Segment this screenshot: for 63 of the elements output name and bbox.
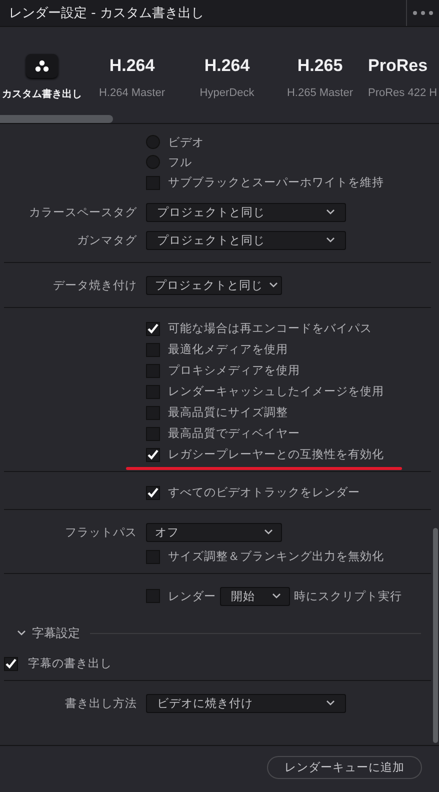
- window-title: レンダー設定 - カスタム書き出し: [8, 5, 205, 22]
- codec-name: H.265: [297, 56, 343, 76]
- option-label: サブブラックとスーパーホワイトを維持: [168, 175, 384, 190]
- dropdown[interactable]: プロジェクトと同じ: [146, 276, 282, 294]
- chevron-down-icon: [17, 630, 26, 636]
- option-label: 最適化メディアを使用: [168, 342, 288, 357]
- chevron-down-icon: [264, 529, 273, 535]
- scrollbar-thumb[interactable]: [0, 115, 113, 123]
- chevron-down-icon: [326, 237, 335, 243]
- option-label: レガシープレーヤーとの互換性を有効化: [168, 447, 384, 462]
- option-label: すべてのビデオトラックをレンダー: [168, 485, 360, 500]
- checkbox[interactable]: [146, 406, 160, 420]
- codec-name: H.264: [204, 56, 250, 76]
- chevron-down-icon: [269, 282, 278, 288]
- field-label: フラットパス: [65, 524, 137, 540]
- option-label: レンダー: [168, 588, 216, 604]
- option-label: プロキシメディアを使用: [168, 363, 300, 378]
- checkbox[interactable]: [146, 384, 160, 398]
- logo-icon: [26, 54, 58, 78]
- checkbox[interactable]: [146, 364, 160, 378]
- checkbox[interactable]: [146, 426, 160, 440]
- checkbox[interactable]: [146, 589, 160, 603]
- dropdown[interactable]: オフ: [146, 522, 282, 542]
- option-label: 時にスクリプト実行: [294, 588, 402, 604]
- more-icon: [412, 10, 434, 16]
- option-label: ビデオ: [168, 134, 204, 150]
- preset-tab[interactable]: ProRes 422 H: [368, 87, 438, 99]
- dropdown[interactable]: ビデオに焼き付け: [146, 694, 346, 712]
- codec-name: ProRes: [368, 56, 428, 76]
- checkbox[interactable]: [146, 448, 160, 462]
- option-label: 最高品質にサイズ調整: [168, 405, 288, 420]
- checkbox[interactable]: [146, 342, 160, 356]
- dropdown[interactable]: 開始: [220, 586, 290, 606]
- option-label: 字幕の書き出し: [28, 656, 112, 671]
- add-to-render-queue-button[interactable]: レンダーキューに追加: [267, 756, 422, 778]
- option-label: 可能な場合は再エンコードをバイパス: [168, 321, 372, 336]
- field-label: ガンマタグ: [77, 232, 137, 248]
- field-label: データ焼き付け: [53, 278, 137, 292]
- preset-tab[interactable]: H.265 Master: [286, 87, 354, 99]
- option-label: レンダーキャッシュしたイメージを使用: [168, 384, 384, 399]
- section-header[interactable]: 字幕設定: [17, 624, 80, 642]
- chevron-down-icon: [272, 593, 281, 599]
- checkbox[interactable]: [4, 656, 18, 670]
- chevron-down-icon: [326, 700, 335, 706]
- dropdown[interactable]: プロジェクトと同じ: [146, 202, 346, 222]
- radio-button[interactable]: [146, 155, 160, 169]
- preset-tab[interactable]: HyperDeck: [200, 87, 254, 99]
- checkbox[interactable]: [146, 550, 160, 564]
- field-label: 書き出し方法: [65, 696, 137, 710]
- radio-button[interactable]: [146, 135, 160, 149]
- preset-tab[interactable]: H.264 Master: [98, 87, 166, 99]
- dropdown[interactable]: プロジェクトと同じ: [146, 230, 346, 250]
- scrollbar-thumb[interactable]: [433, 528, 438, 743]
- option-label: フル: [168, 154, 192, 170]
- chevron-down-icon: [326, 209, 335, 215]
- field-label: カラースペースタグ: [29, 204, 137, 220]
- checkbox[interactable]: [146, 176, 160, 190]
- option-label: サイズ調整＆ブランキング出力を無効化: [168, 549, 384, 564]
- option-label: 最高品質でディベイヤー: [168, 426, 300, 441]
- codec-name: H.264: [109, 56, 155, 76]
- checkbox[interactable]: [146, 486, 160, 500]
- checkbox[interactable]: [146, 322, 160, 336]
- preset-tab[interactable]: カスタム書き出し: [2, 87, 82, 101]
